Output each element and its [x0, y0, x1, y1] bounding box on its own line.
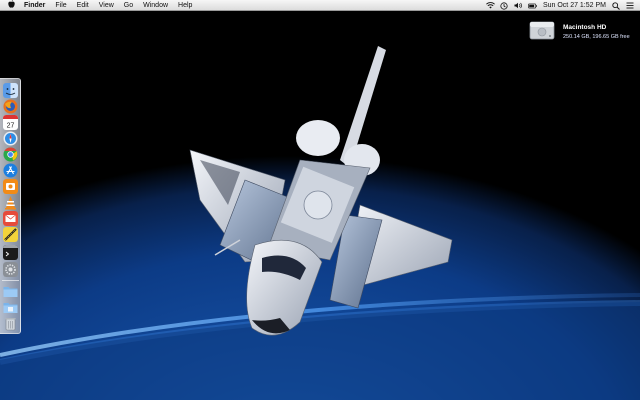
menu-file[interactable]: File — [55, 0, 66, 11]
system-preferences-icon[interactable] — [3, 262, 18, 277]
mail-icon[interactable] — [3, 211, 18, 226]
dock: 27 — [0, 78, 21, 334]
battery-icon[interactable] — [528, 2, 537, 9]
menu-window[interactable]: Window — [143, 0, 168, 11]
menu-edit[interactable]: Edit — [77, 0, 89, 11]
menu-app-name[interactable]: Finder — [24, 0, 45, 11]
drive-name: Macintosh HD — [563, 24, 607, 31]
macintosh-hd-desktop-icon[interactable]: Macintosh HD 250.14 GB, 196.65 GB free — [528, 14, 636, 46]
wifi-icon[interactable] — [486, 2, 495, 9]
vlc-icon[interactable] — [3, 195, 18, 210]
hard-drive-icon — [529, 21, 555, 40]
drive-info: 250.14 GB, 196.65 GB free — [563, 34, 630, 40]
menu-go[interactable]: Go — [124, 0, 133, 11]
chrome-icon[interactable] — [3, 147, 18, 162]
spotlight-search-icon[interactable] — [611, 1, 620, 10]
finder-icon[interactable] — [3, 83, 18, 98]
documents-folder-icon[interactable] — [3, 300, 18, 315]
desktop-wallpaper — [0, 0, 640, 400]
menu-help[interactable]: Help — [178, 0, 192, 11]
menu-clock[interactable]: Sun Oct 27 1:52 PM — [543, 0, 606, 11]
apple-icon[interactable] — [6, 0, 16, 11]
calendar-icon[interactable]: 27 — [3, 115, 18, 130]
notification-center-icon[interactable] — [625, 2, 634, 9]
maps-icon[interactable] — [3, 227, 18, 242]
time-machine-icon[interactable] — [500, 1, 509, 10]
app-store-icon[interactable] — [3, 163, 18, 178]
calendar-day: 27 — [7, 123, 15, 130]
menu-bar: Finder File Edit View Go Window Help Sun… — [0, 0, 640, 11]
volume-icon[interactable] — [514, 2, 523, 9]
terminal-icon[interactable] — [3, 245, 18, 260]
safari-icon[interactable] — [3, 131, 18, 146]
menu-view[interactable]: View — [99, 0, 114, 11]
photobooth-icon[interactable] — [3, 179, 18, 194]
firefox-icon[interactable] — [3, 99, 18, 114]
trash-icon[interactable] — [3, 316, 18, 331]
applications-folder-icon[interactable] — [3, 284, 18, 299]
dock-separator — [2, 280, 19, 281]
